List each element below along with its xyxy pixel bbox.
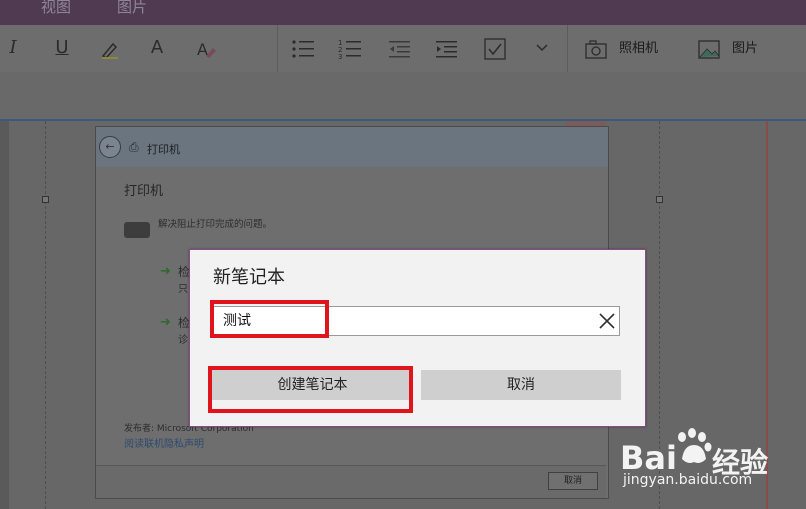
font-color-icon[interactable]: A — [146, 38, 168, 58]
printer-small-icon: ⎙ — [129, 140, 139, 154]
close-icon[interactable] — [596, 310, 618, 332]
baidu-watermark: Bai 经验 jingyan.baidu.com — [620, 425, 806, 495]
option1-subtitle: 只 — [178, 284, 188, 295]
menu-bar: 视图 图片 — [0, 0, 806, 25]
printer-icon — [124, 222, 150, 238]
printer-window-title: 打印机 — [147, 143, 180, 156]
increase-indent-icon[interactable] — [435, 38, 459, 65]
ribbon-separator — [567, 25, 568, 72]
ribbon-toolbar: I U A A 123 照相机 图片 — [0, 25, 806, 72]
highlight-box-input — [210, 300, 329, 338]
resize-handle-left[interactable] — [42, 196, 49, 203]
chevron-down-icon[interactable] — [533, 39, 551, 60]
privacy-link[interactable]: 阅读联机隐私声明 — [124, 435, 204, 450]
bullet-list-icon[interactable] — [291, 38, 315, 65]
back-arrow-icon[interactable]: ← — [99, 136, 121, 158]
watermark-url: jingyan.baidu.com — [623, 472, 753, 488]
dialog-title: 新笔记本 — [213, 267, 285, 288]
menu-item-picture[interactable]: 图片 — [117, 0, 147, 18]
camera-label[interactable]: 照相机 — [619, 41, 658, 57]
printer-description: 解决阻止打印完成的问题。 — [158, 219, 273, 230]
highlight-box-create — [208, 366, 413, 413]
picture-label[interactable]: 图片 — [732, 41, 758, 57]
decrease-indent-icon[interactable] — [388, 38, 412, 65]
picture-icon[interactable] — [697, 38, 721, 65]
left-strip — [0, 121, 9, 509]
underline-icon[interactable]: U — [52, 38, 72, 58]
printer-cancel-button[interactable]: 取消 — [548, 472, 598, 490]
cancel-button[interactable]: 取消 — [421, 370, 621, 400]
printer-window-titlebar: ← ⎙ 打印机 — [96, 127, 608, 167]
printer-heading: 打印机 — [124, 184, 164, 199]
numbered-list-icon[interactable]: 123 — [338, 38, 362, 65]
checkbox-icon[interactable] — [483, 37, 507, 66]
ribbon-separator — [277, 25, 278, 72]
highlight-icon[interactable] — [98, 38, 122, 65]
page-guide-left — [45, 121, 46, 509]
camera-icon[interactable] — [584, 38, 608, 65]
arrow-right-icon: ➜ — [160, 264, 171, 279]
menu-item-view[interactable]: 视图 — [41, 0, 71, 18]
option2-subtitle: 诊 — [178, 335, 188, 346]
paw-logo-icon — [670, 425, 714, 469]
printer-window-footer — [96, 465, 606, 498]
italic-icon[interactable]: I — [6, 38, 20, 58]
ribbon-lower-area — [0, 72, 806, 121]
resize-handle-right[interactable] — [656, 196, 663, 203]
clear-format-icon[interactable]: A — [194, 38, 218, 65]
svg-text:3: 3 — [338, 53, 342, 60]
arrow-right-icon: ➜ — [160, 315, 171, 330]
